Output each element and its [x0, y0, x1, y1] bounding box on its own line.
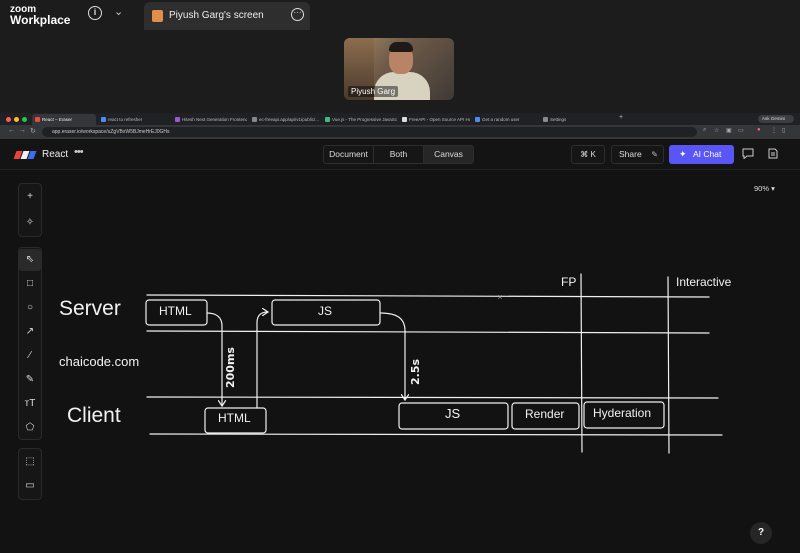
- server-label: Server: [59, 297, 121, 320]
- client-html-label: HTML: [218, 411, 251, 425]
- screen: { "zoom": { "logo_line1": "zoom", "logo_…: [0, 0, 800, 553]
- hydration-label: Hyderation: [593, 406, 652, 420]
- arrow-js-to-client: [379, 312, 405, 400]
- zoom-logo-line2: Workplace: [10, 13, 71, 27]
- zoom-logo: zoom Workplace: [10, 4, 70, 26]
- app-header: React ••• Document Both Canvas ⌘ K Share…: [0, 140, 800, 170]
- client-timeline-bottom: [149, 433, 723, 436]
- minimize-window-icon[interactable]: [14, 117, 19, 122]
- side-panel-icon[interactable]: ▯: [782, 127, 785, 134]
- render-label: Render: [525, 407, 565, 421]
- document-title[interactable]: React: [42, 149, 68, 160]
- close-window-icon[interactable]: [6, 117, 11, 122]
- address-bar-row: ← → ↻ app.eraser.io/workspace/uZgVBxW5BJ…: [0, 125, 800, 139]
- command-palette-button[interactable]: ⌘ K: [571, 145, 605, 164]
- interactive-label: Interactive: [676, 275, 732, 289]
- browser-tab[interactable]: Hitesh Next Generation Frontend...: [172, 114, 247, 125]
- view-mode-both[interactable]: Both: [374, 146, 424, 163]
- screen-share-tab[interactable]: Piyush Garg's screen ···: [144, 2, 310, 30]
- extension-icon[interactable]: ▣: [726, 127, 732, 134]
- more-options-icon[interactable]: ···: [291, 8, 304, 21]
- url-field[interactable]: app.eraser.io/workspace/uZgVBxW5BJmeHrEJ…: [42, 127, 697, 137]
- forward-icon[interactable]: →: [19, 127, 26, 134]
- view-mode-canvas[interactable]: Canvas: [424, 146, 473, 163]
- client-timeline-top: [146, 396, 719, 399]
- ai-chat-button[interactable]: ✦ AI Chat: [669, 145, 734, 164]
- reload-icon[interactable]: ↻: [30, 127, 36, 135]
- participant-hair: [389, 42, 413, 52]
- server-html-label: HTML: [159, 304, 192, 318]
- ask-gemini-button[interactable]: Ask Gemini: [758, 115, 794, 123]
- site-label: chaicode.com: [59, 354, 140, 369]
- chevron-down-icon[interactable]: ⌄: [114, 5, 123, 18]
- screen-share-icon: [152, 10, 163, 22]
- more-icon[interactable]: •••: [74, 146, 84, 158]
- server-timeline-top: [146, 294, 710, 298]
- browser-tab[interactable]: Get a random user: [472, 114, 538, 125]
- maximize-window-icon[interactable]: [22, 117, 27, 122]
- participant-name: Piyush Garg: [348, 86, 399, 97]
- browser-tab[interactable]: React – Eraser: [32, 114, 96, 125]
- fp-marker-line: [580, 273, 583, 453]
- server-js-label: JS: [318, 304, 333, 318]
- browser-tab[interactable]: react to refresher: [98, 114, 170, 125]
- interactive-marker-line: [667, 276, 670, 454]
- arrow-client-html-to-js: [256, 312, 268, 409]
- edit-link-icon: ✎: [651, 150, 658, 159]
- zoom-icon[interactable]: ⌕: [703, 127, 706, 134]
- help-button[interactable]: ?: [750, 522, 772, 544]
- bookmark-icon[interactable]: ☆: [714, 127, 719, 134]
- server-timeline-bottom: [146, 330, 710, 334]
- browser-tab[interactable]: Settings: [540, 114, 606, 125]
- browser-tab[interactable]: Vue.js - The Progressive JavaScript...: [322, 114, 397, 125]
- comments-icon[interactable]: [742, 148, 754, 159]
- browser-menu-icon[interactable]: ⋮: [771, 127, 777, 134]
- zoom-top-bar: zoom Workplace i ⌄ Piyush Garg's screen …: [0, 0, 800, 30]
- sparkle-icon: ✦: [679, 149, 687, 159]
- drawing-canvas[interactable]: + ✧ ⇖ □ ○ ↗ ∕ ✎ ᴛT ⬠ ⬚ ▭ 90% ▾ ⨯ FP Inte…: [0, 171, 800, 553]
- client-js-label: JS: [445, 406, 461, 421]
- profile-avatar[interactable]: ●: [757, 127, 761, 133]
- participant-video[interactable]: Piyush Garg: [344, 38, 454, 100]
- client-label: Client: [67, 404, 121, 427]
- view-mode-switcher: Document Both Canvas: [323, 145, 474, 164]
- cursor-marker: ⨯: [497, 294, 503, 301]
- browser-tab[interactable]: FreeAPI - Open Source API Hub: [399, 114, 470, 125]
- arrow-html-to-client: [206, 312, 222, 406]
- eraser-logo-icon: [13, 151, 37, 159]
- shared-browser-window: React – Eraser react to refresher Hitesh N…: [0, 113, 800, 553]
- tab-search-icon[interactable]: ▭: [738, 127, 744, 134]
- fp-label: FP: [561, 275, 577, 289]
- back-icon[interactable]: ←: [8, 127, 15, 134]
- delay-2-5s-label: 2.5s: [409, 358, 422, 385]
- share-button[interactable]: Share ✎: [611, 145, 664, 164]
- share-label: Share: [619, 149, 642, 159]
- browser-tab[interactable]: ec-freeapi.app/api/v1/public/...: [249, 114, 320, 125]
- new-tab-icon[interactable]: +: [619, 114, 623, 121]
- export-icon[interactable]: [767, 148, 779, 159]
- browser-tabstrip: React – Eraser react to refresher Hitesh N…: [0, 113, 800, 125]
- info-icon[interactable]: i: [88, 6, 102, 20]
- ai-chat-label: AI Chat: [693, 149, 722, 159]
- view-mode-document[interactable]: Document: [324, 146, 374, 163]
- screen-share-title: Piyush Garg's screen: [169, 10, 264, 21]
- delay-200ms-label: 200ms: [224, 347, 237, 388]
